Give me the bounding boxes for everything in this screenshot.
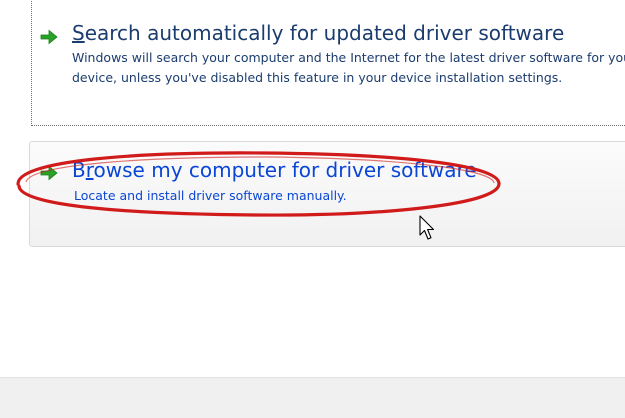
green-arrow-icon [40, 29, 58, 45]
search-automatically-title: Search automatically for updated driver … [72, 21, 565, 45]
green-arrow-icon [40, 165, 58, 181]
driver-update-dialog: Search automatically for updated driver … [0, 0, 625, 418]
browse-computer-description: Locate and install driver software manua… [74, 188, 347, 203]
browse-computer-option[interactable]: Browse my computer for driver software L… [29, 141, 625, 247]
cursor-arrow-icon [419, 215, 435, 240]
browse-computer-title: Browse my computer for driver software [72, 158, 477, 182]
dialog-footer-bar [0, 377, 625, 418]
search-automatically-option[interactable]: Search automatically for updated driver … [31, 0, 625, 126]
search-automatically-description: Windows will search your computer and th… [72, 50, 625, 85]
